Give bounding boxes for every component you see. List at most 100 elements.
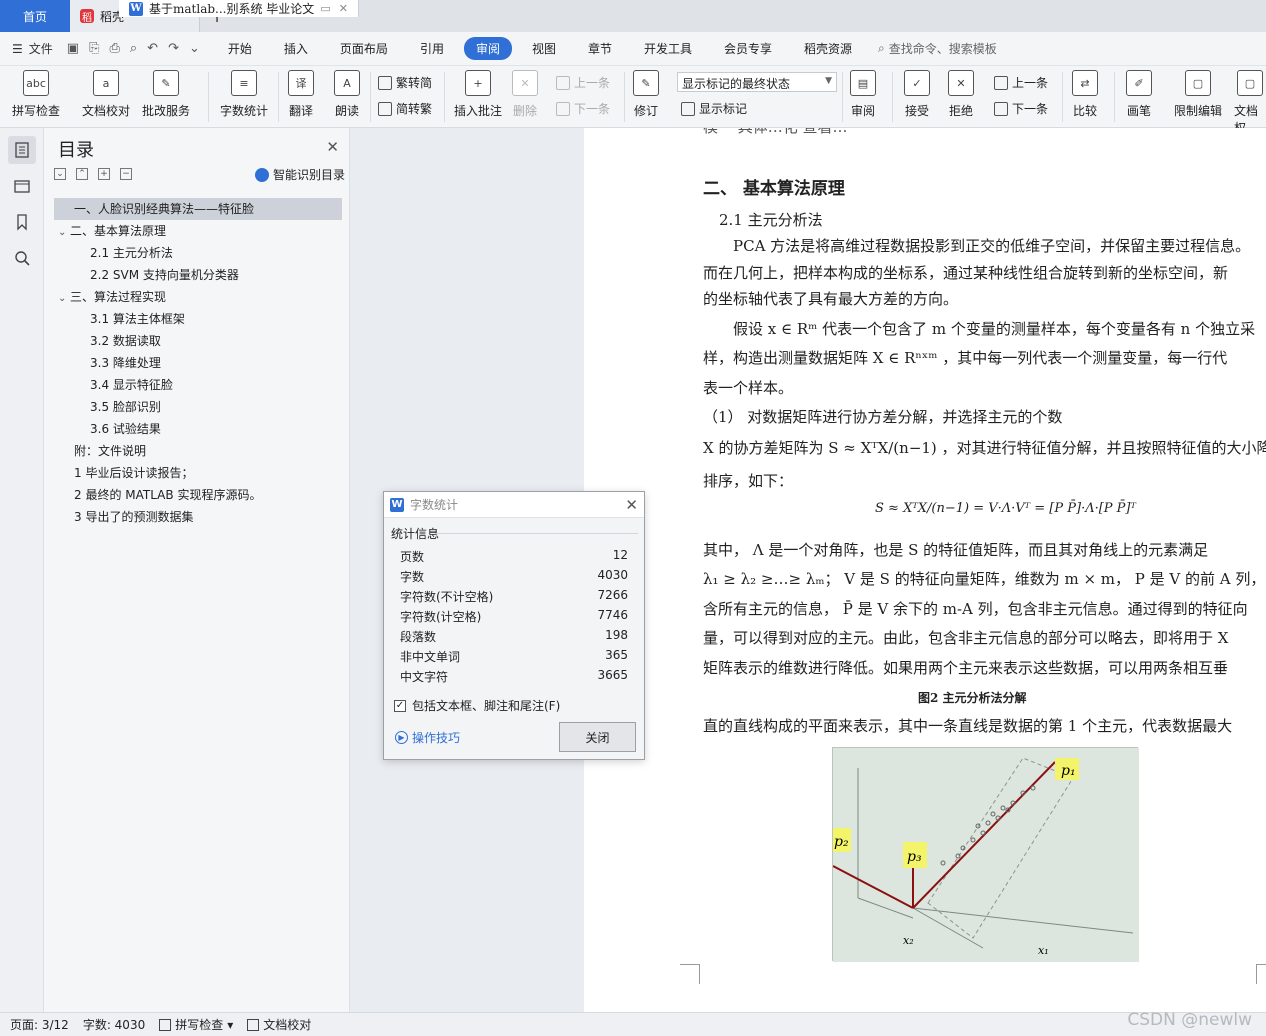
menu-item[interactable]: 插入 [272, 37, 320, 60]
p2-label: p₂ [834, 834, 849, 850]
toc-item[interactable]: 3.1 算法主体框架 [54, 308, 342, 330]
compare-button[interactable]: ⇄ 比较 [1072, 70, 1098, 119]
toc-item[interactable]: 2 最终的 MATLAB 实现程序源码。 [54, 484, 342, 506]
next-revision-button[interactable]: 下一条 [994, 100, 1048, 117]
tab-document[interactable]: W 基于matlab...别系统 毕业论文 ▭ ✕ [119, 0, 359, 17]
menu-item[interactable]: 审阅 [463, 37, 512, 60]
simp-to-trad-button[interactable]: 简转繁 [378, 100, 432, 117]
doc-line: 假设 x ∈ Rᵐ 代表一个包含了 m 个变量的测量样本，每个变量各有 n 个独… [703, 320, 1256, 338]
stats-label: 字符数(计空格) [400, 610, 482, 624]
stats-value: 198 [605, 628, 628, 642]
undo-icon[interactable]: ↶ [147, 41, 158, 56]
page-indicator[interactable]: 页面: 3/12 [10, 1016, 69, 1033]
toc-nav-button[interactable] [8, 136, 36, 164]
toc-item[interactable]: 3.5 脸部识别 [54, 396, 342, 418]
collapse-all-icon[interactable]: ⌄ [54, 168, 66, 180]
tips-link[interactable]: ▶ 操作技巧 [395, 729, 460, 746]
toc-item[interactable]: 3.3 降维处理 [54, 352, 342, 374]
menu-item[interactable]: 开发工具 [632, 37, 704, 60]
insert-comment-button[interactable]: + 插入批注 [454, 70, 502, 119]
straw-icon: 稻 [80, 9, 94, 24]
menu-item[interactable]: 会员专享 [712, 37, 784, 60]
doc-permission-button[interactable]: ▢文档权 [1234, 70, 1266, 136]
revise-button[interactable]: ✎ 修订 [633, 70, 659, 119]
document-page[interactable]: 模一 具体…化 查看… 二、 基本算法原理 2.1 主元分析法 PCA 方法是将… [584, 128, 1266, 1012]
spell-check-button[interactable]: abc 拼写检查 [12, 70, 60, 119]
menu-item[interactable]: 引用 [408, 37, 456, 60]
toc-item[interactable]: 2.1 主元分析法 [54, 242, 342, 264]
file-menu[interactable]: ☰ 文件 [12, 40, 53, 57]
chevron-down-icon[interactable]: ⌄ [58, 222, 70, 244]
toc-item[interactable]: 附：文件说明 [54, 440, 342, 462]
prev-comment-button[interactable]: 上一条 [556, 74, 610, 91]
section-nav-button[interactable] [8, 172, 36, 200]
markup-state-value: 显示标记的最终状态 [682, 77, 791, 91]
more-icon[interactable]: ⌄ [189, 41, 200, 56]
close-button[interactable]: 关闭 [559, 722, 636, 752]
close-icon[interactable]: ✕ [326, 138, 339, 156]
toc-item[interactable]: 2.2 SVM 支持向量机分类器 [54, 264, 342, 286]
menu-items: 开始 插入 页面布局 引用 审阅 视图 章节 开发工具 会员专享 稻壳资源 [216, 37, 872, 60]
batch-service-button[interactable]: ✎ 批改服务 [142, 70, 190, 119]
menu-item[interactable]: 稻壳资源 [792, 37, 864, 60]
close-icon[interactable]: ✕ [339, 2, 348, 15]
toc-item-label: 附：文件说明 [74, 444, 147, 458]
translate-button[interactable]: 译翻译 [288, 70, 314, 119]
menu-item[interactable]: 章节 [576, 37, 624, 60]
toc-item[interactable]: ⌄ 二、基本算法原理 [54, 220, 342, 242]
show-markup-button[interactable]: 显示标记 [681, 100, 747, 117]
toc-item[interactable]: 3 导出了的预测数据集 [54, 506, 342, 528]
dialog-titlebar[interactable]: W 字数统计 ✕ [384, 492, 644, 518]
close-icon[interactable]: ✕ [625, 496, 638, 514]
toc-item-label: 3.2 数据读取 [90, 334, 161, 348]
word-count-button[interactable]: ≡ 字数统计 [220, 70, 268, 119]
doc-line: X 的协方差矩阵为 S ≈ XᵀX/(n−1) ，对其进行特征值分解，并且按照特… [703, 439, 1266, 457]
reject-button[interactable]: ✕ 拒绝 [948, 70, 974, 119]
markup-state-select[interactable]: 显示标记的最终状态 ▼ [677, 72, 837, 92]
ribbon-divider [624, 72, 625, 122]
prev-revision-button[interactable]: 上一条 [994, 74, 1048, 91]
toc-item[interactable]: 3.2 数据读取 [54, 330, 342, 352]
read-aloud-button[interactable]: A 朗读 [334, 70, 360, 119]
tab-home[interactable]: 首页 [0, 0, 70, 32]
status-doc-proof[interactable]: 文档校对 [247, 1016, 311, 1033]
menu-item[interactable]: 视图 [520, 37, 568, 60]
find-nav-button[interactable] [8, 244, 36, 272]
toc-item[interactable]: 3.6 试验结果 [54, 418, 342, 440]
redo-icon[interactable]: ↷ [168, 41, 179, 56]
chevron-down-icon[interactable]: ⌄ [58, 288, 70, 310]
toc-item[interactable]: 一、人脸识别经典算法——特征脸 [54, 198, 342, 220]
search-icon: ⌕ [878, 41, 885, 55]
expand-all-icon[interactable]: ⌃ [76, 168, 88, 180]
toc-item[interactable]: 3.4 显示特征脸 [54, 374, 342, 396]
read-aloud-label: 朗读 [334, 104, 359, 118]
restrict-edit-button[interactable]: ▢ 限制编辑 [1174, 70, 1222, 119]
pen-button[interactable]: ✐ 画笔 [1126, 70, 1152, 119]
bookmark-nav-button[interactable] [8, 208, 36, 236]
export-icon[interactable]: ⎘ [89, 41, 99, 56]
menu-item[interactable]: 开始 [216, 37, 264, 60]
word-count-indicator[interactable]: 字数: 4030 [83, 1016, 145, 1033]
delete-comment-button[interactable]: ✕ 删除 [512, 70, 538, 119]
tab-bar: 首页 稻 稻壳 W 基于matlab...别系统 毕业论文 ▭✕ + [0, 0, 1266, 32]
print-icon[interactable]: ⎙ [109, 41, 119, 56]
preview-icon[interactable]: ⌕ [130, 41, 137, 56]
save-icon[interactable]: ▣ [67, 41, 79, 56]
page-corner-mark [680, 964, 700, 984]
menu-item[interactable]: 页面布局 [328, 37, 400, 60]
include-textbox-checkbox[interactable]: ✓ 包括文本框、脚注和尾注(F) [394, 697, 560, 714]
toc-item[interactable]: 1 毕业后设计读报告； [54, 462, 342, 484]
add-level-icon[interactable]: + [98, 168, 110, 180]
command-search[interactable]: ⌕ 查找命令、搜索模板 [878, 40, 997, 57]
trad-to-simp-button[interactable]: 繁转简 [378, 74, 432, 91]
smart-toc-button[interactable]: 智能识别目录 [254, 166, 345, 183]
toc-item[interactable]: ⌄ 三、算法过程实现 [54, 286, 342, 308]
tips-label: 操作技巧 [412, 731, 461, 745]
accept-button[interactable]: ✓ 接受 [904, 70, 930, 119]
doc-proof-button[interactable]: a 文档校对 [82, 70, 130, 119]
remove-level-icon[interactable]: − [120, 168, 132, 180]
review-pane-button[interactable]: ▤ 审阅 [850, 70, 876, 119]
window-icon[interactable]: ▭ [320, 2, 330, 15]
next-comment-button[interactable]: 下一条 [556, 100, 610, 117]
status-spell-check[interactable]: 拼写检查 ▾ [159, 1016, 233, 1033]
